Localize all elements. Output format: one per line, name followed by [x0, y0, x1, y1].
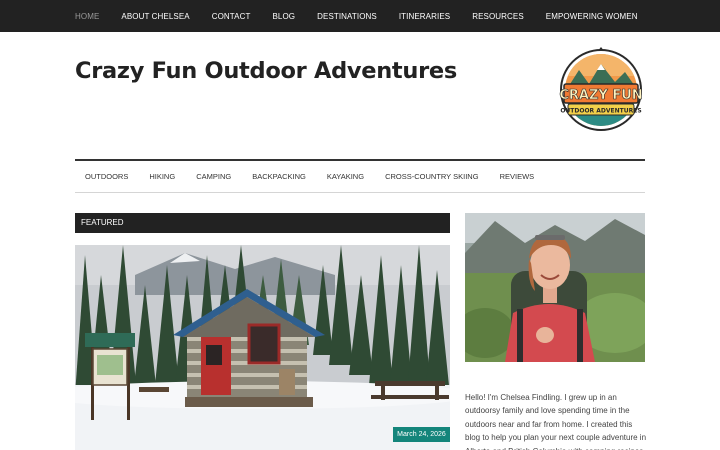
cat-hiking[interactable]: HIKING	[149, 172, 175, 181]
featured-heading: FEATURED	[75, 213, 450, 233]
nav-about-chelsea[interactable]: ABOUT CHELSEA	[121, 12, 189, 21]
category-nav: OUTDOORS HIKING CAMPING BACKPACKING KAYA…	[75, 159, 645, 193]
site-title[interactable]: Crazy Fun Outdoor Adventures	[75, 58, 457, 84]
cat-backpacking[interactable]: BACKPACKING	[252, 172, 306, 181]
nav-contact[interactable]: CONTACT	[212, 12, 251, 21]
nav-blog[interactable]: BLOG	[272, 12, 295, 21]
site-logo[interactable]: CRAZY FUN OUTDOOR ADVENTURES	[557, 46, 645, 134]
logo-text-line1: CRAZY FUN	[559, 88, 642, 103]
nav-empowering-women[interactable]: EMPOWERING WOMEN	[546, 12, 638, 21]
post-date-badge: March 24, 2026	[393, 427, 450, 442]
cat-cross-country-skiing[interactable]: CROSS-COUNTRY SKIING	[385, 172, 479, 181]
nav-home[interactable]: HOME	[75, 12, 99, 21]
top-navigation-bar: HOME ABOUT CHELSEA CONTACT BLOG DESTINAT…	[0, 0, 720, 32]
nav-itineraries[interactable]: ITINERARIES	[399, 12, 450, 21]
nav-destinations[interactable]: DESTINATIONS	[317, 12, 377, 21]
about-intro-text: Hello! I'm Chelsea Findling. I grew up i…	[465, 393, 647, 450]
primary-nav: HOME ABOUT CHELSEA CONTACT BLOG DESTINAT…	[75, 0, 660, 32]
logo-text-line2: OUTDOOR ADVENTURES	[560, 108, 641, 115]
nav-resources[interactable]: RESOURCES	[472, 12, 524, 21]
cat-reviews[interactable]: REVIEWS	[500, 172, 535, 181]
author-photo	[465, 213, 645, 362]
cat-kayaking[interactable]: KAYAKING	[327, 172, 364, 181]
cat-camping[interactable]: CAMPING	[196, 172, 231, 181]
featured-post-image[interactable]	[75, 245, 450, 450]
cat-outdoors[interactable]: OUTDOORS	[85, 172, 128, 181]
